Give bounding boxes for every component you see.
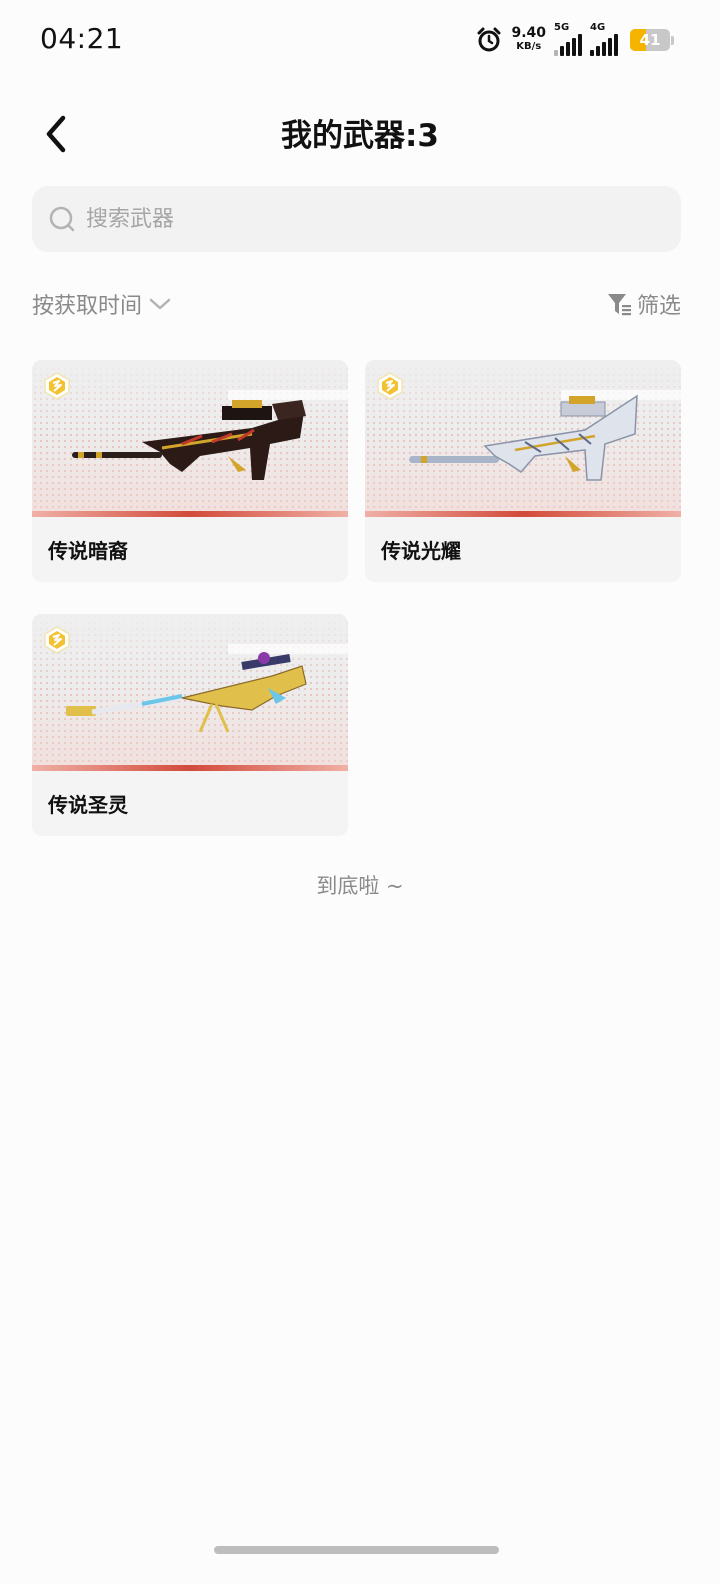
network-speed-unit: KB/s bbox=[516, 41, 542, 52]
header: 我的武器:3 bbox=[0, 100, 720, 164]
status-time: 04:21 bbox=[40, 22, 124, 55]
end-of-list-text: 到底啦 ~ bbox=[316, 874, 404, 898]
weapon-image bbox=[32, 360, 348, 517]
signal-5g-icon: 5G bbox=[554, 22, 582, 56]
signal-5g-label: 5G bbox=[554, 22, 570, 33]
weapon-rifle-dark-gold bbox=[72, 400, 306, 480]
weapon-image bbox=[365, 360, 681, 517]
sort-dropdown[interactable]: 按获取时间 bbox=[32, 288, 172, 320]
weapon-card[interactable]: 传说光耀 bbox=[365, 360, 681, 582]
network-speed: 9.40 KB/s bbox=[511, 25, 546, 53]
signal-4g-icon: 4G bbox=[590, 22, 618, 56]
search-icon bbox=[48, 205, 76, 233]
rarity-stripe bbox=[365, 511, 681, 517]
alarm-icon bbox=[475, 26, 503, 54]
filter-icon bbox=[607, 292, 633, 316]
chevron-down-icon bbox=[148, 296, 172, 312]
weapon-card[interactable]: 传说暗裔 bbox=[32, 360, 348, 582]
weapon-grid: 传说暗裔 传说光耀 传说圣灵 bbox=[32, 360, 682, 836]
weapon-name: 传说光耀 bbox=[365, 517, 681, 582]
filter-button[interactable]: 筛选 bbox=[607, 288, 681, 320]
weapon-image bbox=[32, 614, 348, 771]
search-input[interactable] bbox=[84, 205, 648, 233]
weapon-name: 传说圣灵 bbox=[32, 771, 348, 836]
status-icons: 9.40 KB/s 5G 4G 41 bbox=[475, 22, 674, 56]
weapon-rifle-silver-gold bbox=[409, 394, 638, 481]
home-indicator[interactable] bbox=[214, 1546, 499, 1554]
rarity-stripe bbox=[32, 765, 348, 771]
weapon-name: 传说暗裔 bbox=[32, 517, 348, 582]
network-speed-value: 9.40 bbox=[511, 25, 546, 41]
signal-4g-label: 4G bbox=[590, 22, 606, 33]
search-box[interactable] bbox=[32, 186, 681, 252]
sort-filter-row: 按获取时间 筛选 bbox=[32, 284, 681, 324]
rarity-stripe bbox=[32, 511, 348, 517]
page-title: 我的武器:3 bbox=[281, 118, 439, 154]
sort-label: 按获取时间 bbox=[32, 294, 143, 319]
battery-cap bbox=[671, 35, 674, 45]
status-bar: 04:21 9.40 KB/s 5G 4G 41 bbox=[0, 0, 720, 80]
weapon-sniper-holy-gold bbox=[66, 652, 307, 733]
battery-level: 41 bbox=[639, 31, 661, 49]
filter-label: 筛选 bbox=[636, 294, 681, 319]
weapon-card[interactable]: 传说圣灵 bbox=[32, 614, 348, 836]
battery-icon: 41 bbox=[630, 29, 670, 51]
